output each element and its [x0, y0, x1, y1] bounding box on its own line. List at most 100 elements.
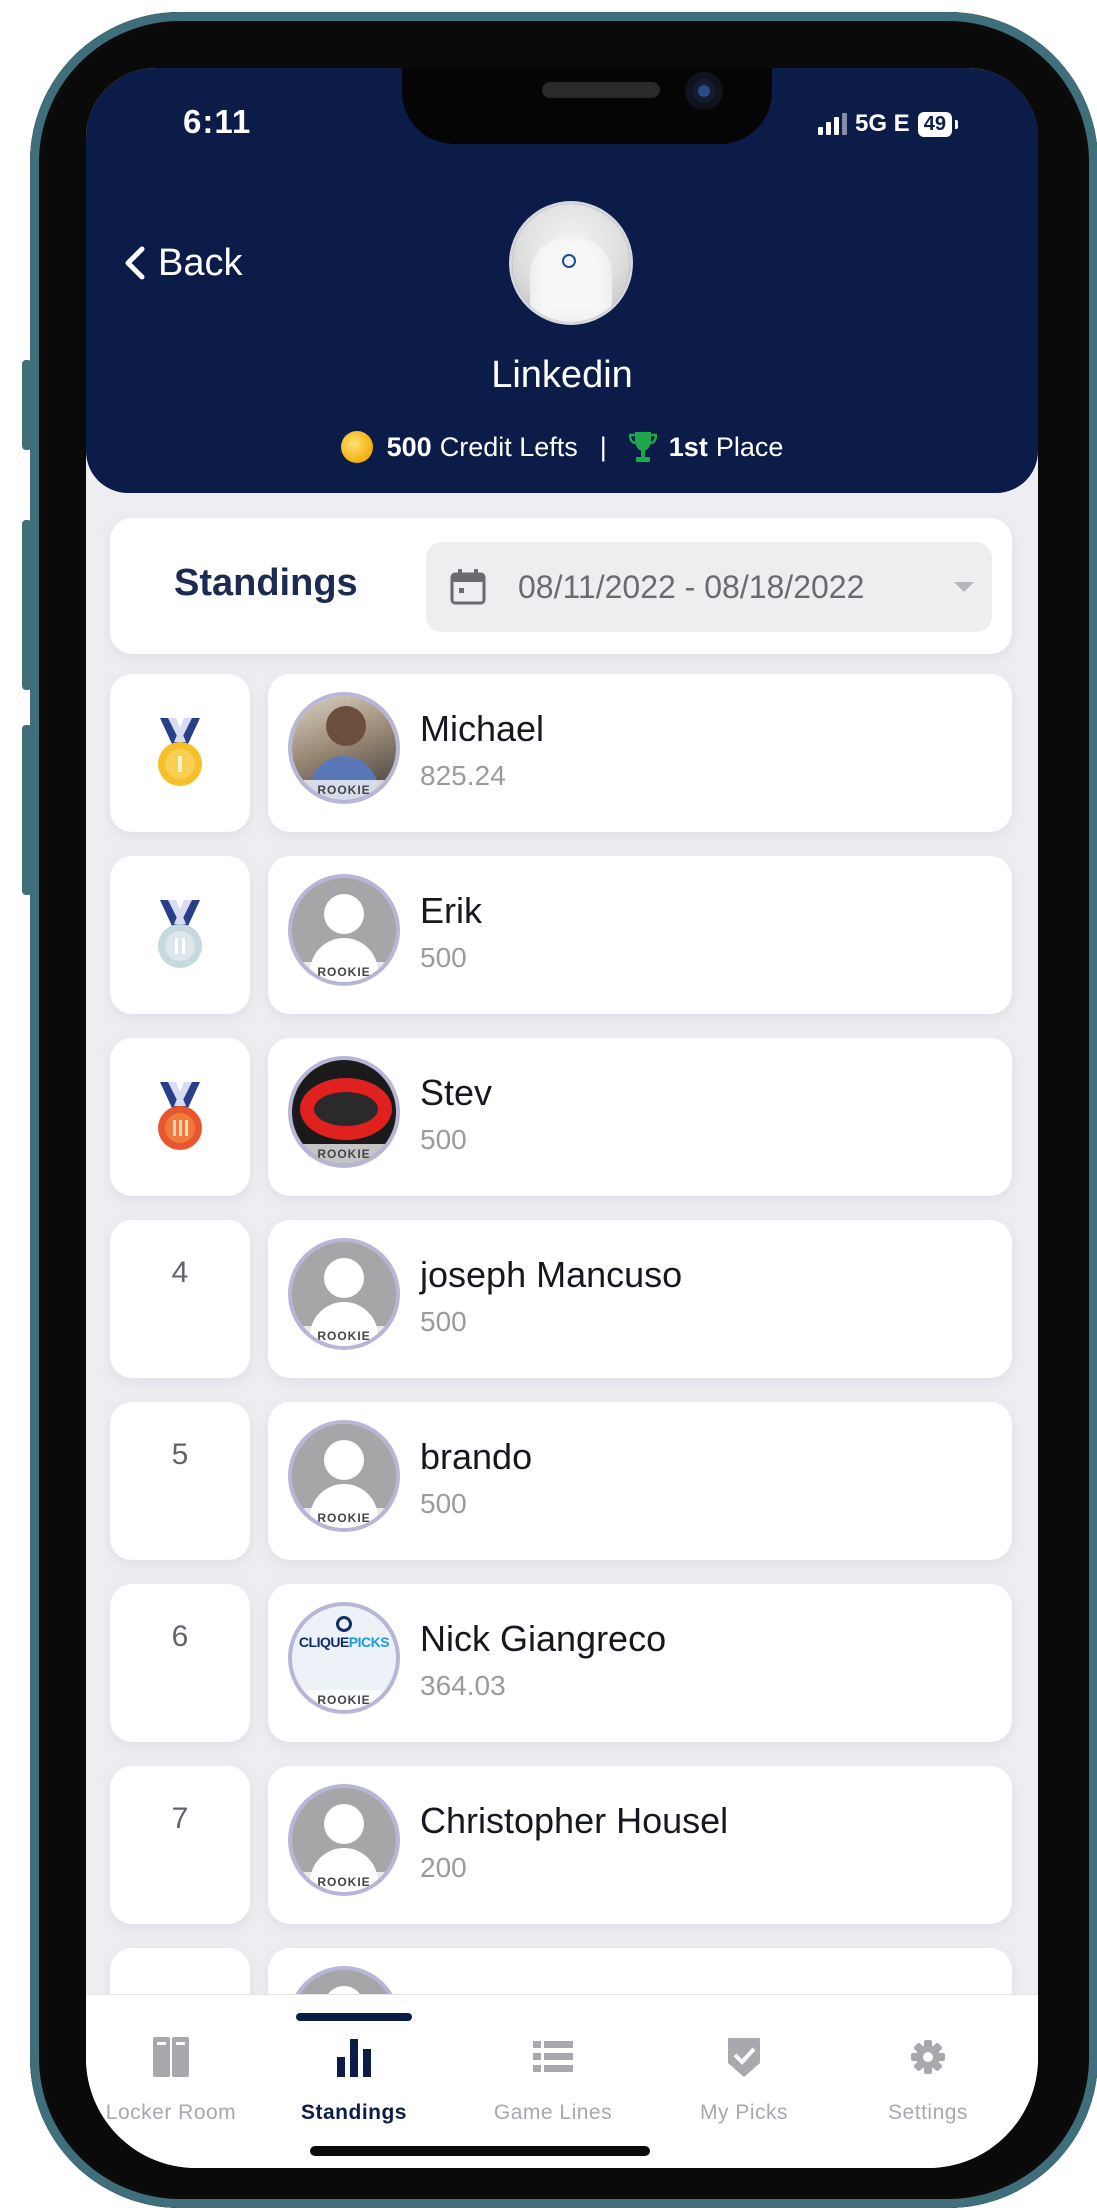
tab-label: Standings — [300, 2101, 407, 2124]
player-avatar: ROOKIE — [292, 696, 396, 800]
network-type: 5G E — [855, 110, 910, 137]
player-name: Michael — [420, 708, 545, 749]
tab-settings[interactable]: Settings — [833, 2035, 1023, 2125]
rank-number: 7 — [171, 1802, 189, 1835]
battery-level: 49 — [917, 111, 959, 137]
phone-side-button — [22, 360, 32, 450]
player-name: Nick Giangreco — [420, 1618, 667, 1659]
bronze-medal-icon — [158, 1082, 202, 1150]
rank-cell: 7 — [110, 1766, 250, 1924]
date-range-select[interactable]: 08/11/2022 - 08/18/2022 — [426, 542, 992, 632]
player-avatar: ROOKIE — [292, 878, 396, 982]
standings-filter-card: Standings 08/11/2022 - 08/18/2022 — [110, 518, 1012, 654]
team-stats: 500 Credit Lefts | 1st Place — [86, 430, 1038, 464]
rookie-badge: ROOKIE — [292, 780, 396, 800]
rank-number: 4 — [171, 1256, 189, 1289]
tab-standings[interactable]: Standings — [259, 2035, 449, 2125]
credits-label: Credit Lefts — [439, 431, 578, 462]
shield-check-icon — [728, 2038, 760, 2077]
gear-icon — [911, 2040, 945, 2074]
rank-cell: 5 — [110, 1402, 250, 1560]
app-screen: 6:11 5G E 49 Back Linkedin 500 Credit Le… — [86, 68, 1038, 2168]
camera-icon — [685, 72, 723, 110]
tab-game-lines[interactable]: Game Lines — [458, 2035, 648, 2125]
player-score: 200 — [420, 1852, 467, 1883]
rookie-badge: ROOKIE — [292, 1508, 396, 1528]
place-value: 1st — [668, 431, 708, 462]
player-avatar: CLIQUEPICKS ROOKIE — [292, 1606, 396, 1710]
phone-side-button — [22, 520, 32, 690]
tab-label: Settings — [888, 2101, 968, 2124]
clique-logo-text: CLIQUEPICKS — [298, 1634, 390, 1650]
bar-chart-icon — [337, 2039, 371, 2077]
rank-number: 5 — [171, 1438, 189, 1471]
rank-cell — [110, 856, 250, 1014]
player-row[interactable]: ROOKIE Stev 500 — [268, 1038, 1012, 1196]
rank-cell: 4 — [110, 1220, 250, 1378]
tab-locker-room[interactable]: Locker Room — [86, 2035, 266, 2125]
locker-icon — [153, 2037, 189, 2077]
player-score: 825.24 — [420, 760, 506, 791]
player-name: Christopher Housel — [420, 1800, 729, 1841]
rookie-badge: ROOKIE — [292, 962, 396, 982]
player-avatar: ROOKIE — [292, 1788, 396, 1892]
player-row[interactable]: ROOKIE Erik 500 — [268, 856, 1012, 1014]
bottom-tab-bar: Locker Room Standings Game Lines My Pick… — [86, 1994, 1038, 2168]
status-indicators: 5G E 49 — [818, 108, 959, 140]
player-row[interactable]: ROOKIE brando 500 — [268, 1402, 1012, 1560]
player-name: brando — [420, 1436, 533, 1477]
phone-side-button — [22, 725, 32, 895]
chevron-down-icon — [954, 582, 974, 592]
tab-my-picks[interactable]: My Picks — [649, 2035, 839, 2125]
trophy-icon — [628, 432, 657, 462]
standings-title: Standings — [174, 562, 358, 604]
rank-cell — [110, 1038, 250, 1196]
team-name: Linkedin — [491, 354, 633, 396]
rookie-badge: ROOKIE — [292, 1690, 396, 1710]
calendar-icon — [450, 569, 486, 605]
phone-notch — [402, 68, 772, 144]
player-score: 500 — [420, 1306, 467, 1337]
chevron-left-icon — [125, 246, 145, 280]
rookie-badge: ROOKIE — [292, 1872, 396, 1892]
home-indicator[interactable] — [310, 2146, 650, 2156]
rookie-badge: ROOKIE — [292, 1326, 396, 1346]
player-row[interactable]: ROOKIE Christopher Housel 200 — [268, 1766, 1012, 1924]
player-row[interactable]: ROOKIE Michael 825.24 — [268, 674, 1012, 832]
team-avatar[interactable] — [512, 204, 630, 322]
credits-value: 500 — [386, 431, 432, 462]
coin-icon — [340, 431, 373, 463]
player-score: 500 — [420, 942, 467, 973]
tab-label: Locker Room — [105, 2101, 237, 2124]
player-name: joseph Mancuso — [420, 1254, 683, 1295]
player-score: 500 — [420, 1124, 467, 1155]
rank-cell: 6 — [110, 1584, 250, 1742]
team-header: 6:11 5G E 49 Back Linkedin 500 Credit Le… — [86, 68, 1038, 493]
player-score: 500 — [420, 1488, 467, 1519]
player-avatar: ROOKIE — [292, 1060, 396, 1164]
clique-logo-icon — [336, 1616, 352, 1632]
back-button[interactable]: Back — [122, 233, 242, 293]
tab-label: My Picks — [700, 2101, 788, 2124]
player-name: Erik — [420, 890, 482, 931]
back-label: Back — [158, 241, 243, 284]
player-row[interactable]: ROOKIE joseph Mancuso 500 — [268, 1220, 1012, 1378]
player-name: Stev — [420, 1072, 493, 1113]
status-time: 6:11 — [183, 103, 252, 140]
rookie-badge: ROOKIE — [292, 1144, 396, 1164]
place-label: Place — [715, 431, 784, 462]
silver-medal-icon — [158, 900, 202, 968]
list-icon — [533, 2041, 573, 2072]
player-score: 364.03 — [420, 1670, 506, 1701]
rank-number: 6 — [171, 1620, 189, 1653]
player-row[interactable]: CLIQUEPICKS ROOKIE Nick Giangreco 364.03 — [268, 1584, 1012, 1742]
stats-separator: | — [599, 431, 607, 462]
active-tab-indicator — [296, 2013, 412, 2021]
player-avatar: ROOKIE — [292, 1242, 396, 1346]
player-avatar: ROOKIE — [292, 1424, 396, 1528]
rank-cell — [110, 674, 250, 832]
signal-icon — [818, 113, 847, 135]
date-range-value: 08/11/2022 - 08/18/2022 — [518, 568, 865, 605]
tab-label: Game Lines — [493, 2101, 613, 2124]
gold-medal-icon — [158, 718, 202, 786]
